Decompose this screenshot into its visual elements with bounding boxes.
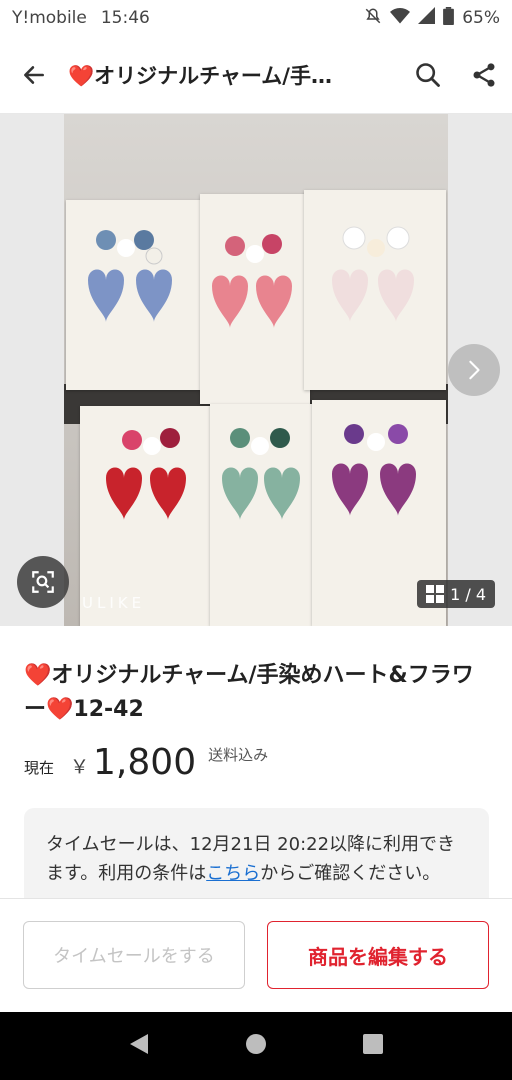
battery-icon <box>443 6 455 30</box>
signal-icon <box>418 7 436 29</box>
clock: 15:46 <box>100 8 150 28</box>
chevron-right-icon <box>469 360 480 380</box>
mute-icon <box>364 7 382 30</box>
earring-card-green <box>210 404 320 626</box>
nav-home-button[interactable] <box>245 1033 267 1059</box>
search-button[interactable] <box>400 36 456 114</box>
conditions-link[interactable]: こちら <box>206 863 260 884</box>
shipping-label: 送料込み <box>208 746 269 764</box>
grid-icon <box>426 585 445 603</box>
nav-home-icon <box>246 1034 266 1054</box>
back-arrow-icon <box>24 65 44 84</box>
back-button[interactable] <box>0 36 68 114</box>
app-bar: ❤️オリジナルチャーム/手… <box>0 36 512 114</box>
nav-back-icon <box>130 1034 148 1054</box>
next-image-button[interactable] <box>448 344 500 396</box>
image-search-button[interactable] <box>17 556 69 608</box>
nav-back-button[interactable] <box>128 1032 150 1060</box>
earring-card-white <box>304 190 446 390</box>
image-carousel[interactable]: ULIKE 1 / 4 <box>0 114 512 626</box>
earring-card-blue <box>66 200 201 390</box>
item-title: ❤️オリジナルチャーム/手染めハート&フラワー❤️12-42 <box>24 663 474 722</box>
battery-level: 65% <box>462 8 500 28</box>
wifi-icon <box>390 7 411 30</box>
image-counter-text: 1 / 4 <box>450 584 486 604</box>
edit-item-button[interactable]: 商品を編集する <box>267 921 489 989</box>
earring-card-red <box>80 406 212 626</box>
share-button[interactable] <box>456 36 512 114</box>
nav-recents-icon <box>363 1034 383 1054</box>
product-photo[interactable]: ULIKE <box>64 114 448 626</box>
notice-text-end: からご確認ください。 <box>260 863 441 884</box>
earring-card-pink <box>200 194 310 404</box>
action-bar: タイムセールをする 商品を編集する <box>0 898 512 1012</box>
price-row: 現在 ￥ 1,800 送料込み <box>24 741 488 783</box>
share-icon <box>473 62 495 87</box>
system-nav-bar <box>0 1012 512 1080</box>
status-icons: 65% <box>364 6 500 30</box>
currency-symbol: ￥ <box>70 756 90 778</box>
price-value: 1,800 <box>93 742 197 783</box>
status-bar: Y!mobile 15:46 65% <box>0 0 512 36</box>
carrier-label: Y!mobile <box>12 8 87 28</box>
price-label: 現在 <box>24 759 55 777</box>
search-icon <box>416 62 440 87</box>
app-title: ❤️オリジナルチャーム/手… <box>68 63 332 88</box>
zoom-search-icon <box>32 571 54 593</box>
photo-watermark: ULIKE <box>82 594 146 612</box>
nav-recents-button[interactable] <box>362 1033 384 1059</box>
time-sale-button[interactable]: タイムセールをする <box>23 921 245 989</box>
image-counter: 1 / 4 <box>417 580 495 608</box>
item-details: ❤️オリジナルチャーム/手染めハート&フラワー❤️12-42 現在 ￥ 1,80… <box>0 626 512 783</box>
